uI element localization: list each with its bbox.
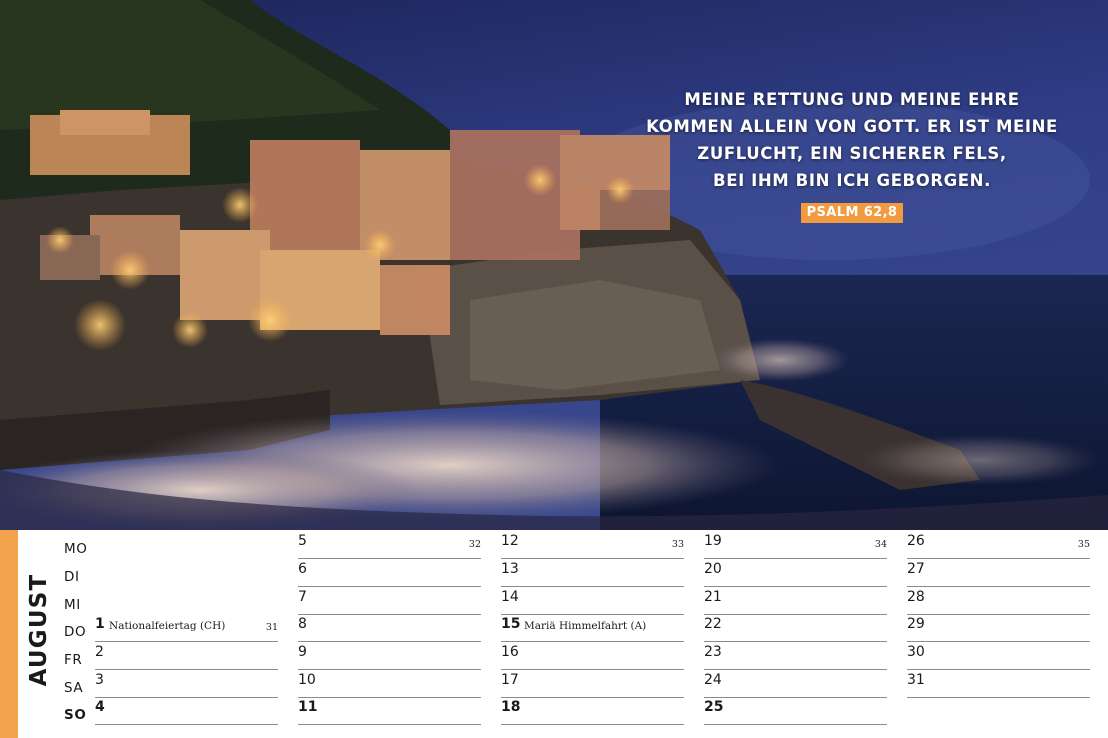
- day-number: 5: [298, 533, 307, 549]
- weekday-label-sa: SA: [64, 680, 84, 696]
- day-cell[interactable]: 10: [298, 670, 481, 698]
- day-number: 6: [298, 561, 307, 577]
- day-number: 28: [907, 589, 925, 605]
- day-cell[interactable]: 8: [298, 614, 481, 642]
- day-number: 27: [907, 561, 925, 577]
- day-cell[interactable]: 29: [907, 614, 1090, 642]
- accent-strip: [0, 530, 18, 738]
- day-cell[interactable]: 21: [704, 587, 887, 615]
- day-cell[interactable]: 5 32: [298, 531, 481, 559]
- weekday-label-mi: MI: [64, 597, 81, 613]
- day-number: 3: [95, 672, 104, 688]
- day-cell[interactable]: 18: [501, 697, 684, 725]
- quote-line: KOMMEN ALLEIN VON GOTT. ER IST MEINE: [646, 117, 1058, 136]
- day-number: 13: [501, 561, 519, 577]
- day-number: 26: [907, 533, 925, 549]
- day-cell[interactable]: 22: [704, 614, 887, 642]
- day-cell[interactable]: 13: [501, 559, 684, 587]
- coastal-village-photo: [0, 0, 1108, 530]
- day-number: 24: [704, 672, 722, 688]
- day-cell[interactable]: 19 34: [704, 531, 887, 559]
- quote-line: BEI IHM BIN ICH GEBORGEN.: [713, 171, 991, 190]
- weekday-label-so: SO: [64, 707, 87, 723]
- day-cell[interactable]: 9: [298, 642, 481, 670]
- day-number: 16: [501, 644, 519, 660]
- week-number: 35: [1077, 539, 1090, 550]
- day-number: 21: [704, 589, 722, 605]
- week-number: 32: [468, 539, 481, 550]
- day-cell[interactable]: 20: [704, 559, 887, 587]
- day-number: 9: [298, 644, 307, 660]
- day-cell[interactable]: 28: [907, 587, 1090, 615]
- month-title: AUGUST: [26, 573, 52, 687]
- day-cell[interactable]: 31: [907, 670, 1090, 698]
- week-number: 34: [874, 539, 887, 550]
- holiday-label: Nationalfeiertag (CH): [109, 620, 226, 632]
- day-number: 18: [501, 699, 521, 715]
- day-number: 7: [298, 589, 307, 605]
- day-cell[interactable]: 27: [907, 559, 1090, 587]
- week-number: 31: [265, 622, 278, 633]
- day-cell[interactable]: 12 33: [501, 531, 684, 559]
- day-cell[interactable]: 23: [704, 642, 887, 670]
- day-cell[interactable]: 30: [907, 642, 1090, 670]
- day-cell[interactable]: 15 Mariä Himmelfahrt (A): [501, 614, 684, 642]
- weekday-label-fr: FR: [64, 652, 83, 668]
- weekday-label-di: DI: [64, 569, 80, 585]
- day-number: 19: [704, 533, 722, 549]
- bible-quote: MEINE RETTUNG UND MEINE EHRE KOMMEN ALLE…: [612, 86, 1092, 194]
- day-cell[interactable]: 16: [501, 642, 684, 670]
- day-cell[interactable]: 24: [704, 670, 887, 698]
- quote-line: ZUFLUCHT, EIN SICHERER FELS,: [697, 144, 1007, 163]
- day-number: 14: [501, 589, 519, 605]
- day-cell[interactable]: 25: [704, 697, 887, 725]
- day-number: 29: [907, 616, 925, 632]
- quote-line: MEINE RETTUNG UND MEINE EHRE: [684, 90, 1020, 109]
- day-number: 4: [95, 699, 105, 715]
- day-number: 10: [298, 672, 316, 688]
- day-number: 11: [298, 699, 318, 715]
- day-cell[interactable]: 14: [501, 587, 684, 615]
- day-cell[interactable]: 2: [95, 642, 278, 670]
- day-number: 30: [907, 644, 925, 660]
- day-cell[interactable]: 6: [298, 559, 481, 587]
- day-number: 1: [95, 616, 105, 632]
- day-number: 22: [704, 616, 722, 632]
- day-number: 8: [298, 616, 307, 632]
- day-cell[interactable]: 1 Nationalfeiertag (CH) 31: [95, 614, 278, 642]
- day-number: 17: [501, 672, 519, 688]
- day-number: 15: [501, 616, 521, 632]
- day-number: 23: [704, 644, 722, 660]
- day-cell[interactable]: 11: [298, 697, 481, 725]
- day-number: 25: [704, 699, 724, 715]
- weekday-label-do: DO: [64, 624, 87, 640]
- day-number: 2: [95, 644, 104, 660]
- day-cell[interactable]: 3: [95, 670, 278, 698]
- weekday-label-mo: MO: [64, 541, 88, 557]
- day-cell[interactable]: 26 35: [907, 531, 1090, 559]
- holiday-label: Mariä Himmelfahrt (A): [524, 620, 647, 632]
- quote-reference-badge: PSALM 62,8: [801, 203, 903, 223]
- day-cell[interactable]: 7: [298, 587, 481, 615]
- day-number: 31: [907, 672, 925, 688]
- week-number: 33: [671, 539, 684, 550]
- day-number: 20: [704, 561, 722, 577]
- day-cell[interactable]: 17: [501, 670, 684, 698]
- day-cell[interactable]: 4: [95, 697, 278, 725]
- day-number: 12: [501, 533, 519, 549]
